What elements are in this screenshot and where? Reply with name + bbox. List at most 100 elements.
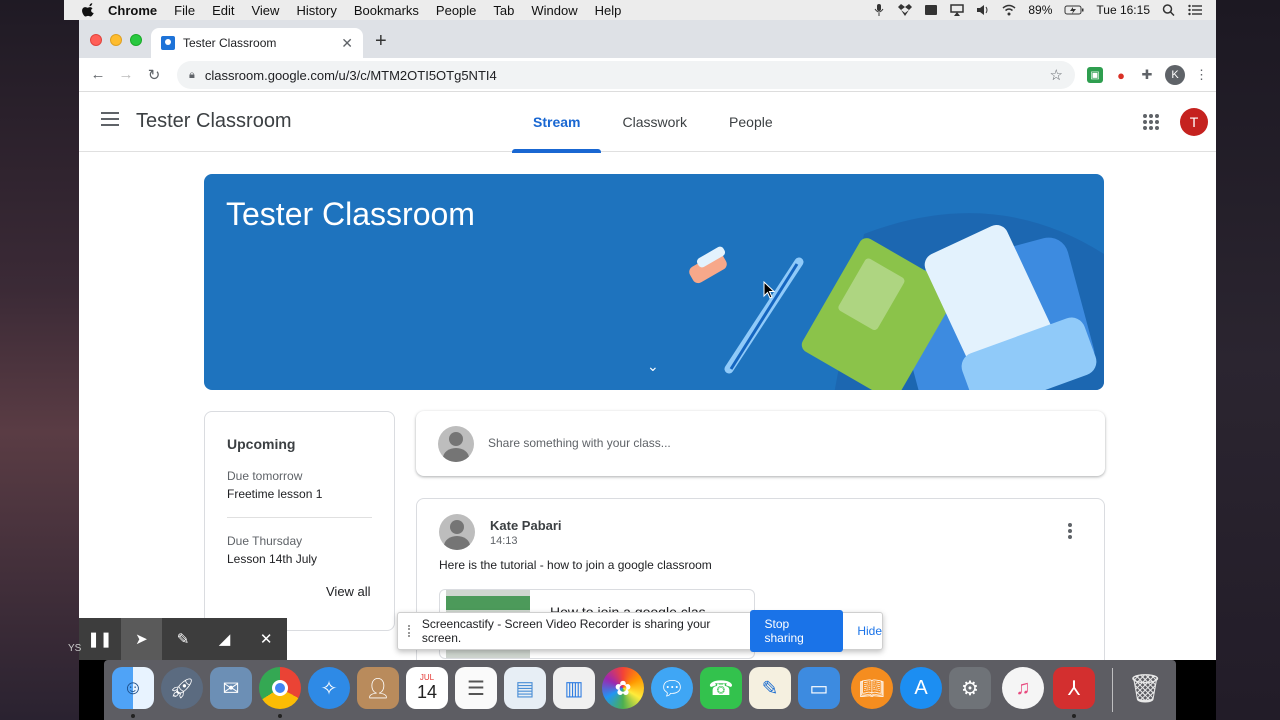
menu-help[interactable]: Help (595, 3, 622, 18)
window-zoom-button[interactable] (130, 34, 142, 46)
pause-icon[interactable]: ❚❚ (79, 618, 121, 660)
wifi-icon[interactable] (1002, 4, 1016, 16)
banner-expand-chevron-icon[interactable]: ⌄ (647, 358, 659, 375)
mail-icon[interactable]: ✉ (210, 667, 252, 709)
address-bar[interactable]: 🔒︎ classroom.google.com/u/3/c/MTM2OTI5OT… (177, 61, 1075, 89)
menu-app-name[interactable]: Chrome (108, 3, 157, 18)
notification-center-icon[interactable] (1188, 4, 1202, 16)
system-preferences-icon[interactable]: ⚙ (949, 667, 991, 709)
contacts-icon[interactable]: 👤︎ (357, 667, 399, 709)
window-minimize-button[interactable] (110, 34, 122, 46)
desktop-wallpaper-right (1216, 0, 1280, 720)
lock-icon[interactable]: 🔒︎ (189, 69, 195, 82)
dropbox-icon[interactable] (898, 4, 913, 16)
window-close-button[interactable] (90, 34, 102, 46)
bookmark-star-icon[interactable]: ☆ (1050, 66, 1063, 84)
main-menu-hamburger-icon[interactable] (101, 112, 119, 126)
upcoming-item-2[interactable]: Lesson 14th July (227, 552, 317, 566)
app-store-icon[interactable]: A (900, 667, 942, 709)
dock-separator (1112, 668, 1113, 712)
volume-icon[interactable] (976, 4, 990, 16)
mouse-cursor-icon (763, 281, 775, 299)
share-with-class-box[interactable]: Share something with your class... (416, 411, 1105, 476)
screencastify-extension-icon[interactable]: ● (1113, 67, 1129, 83)
reminders-icon[interactable]: ☰ (455, 667, 497, 709)
menu-file[interactable]: File (174, 3, 195, 18)
drag-handle-icon[interactable] (408, 625, 414, 637)
facetime-icon[interactable]: ☎ (700, 667, 742, 709)
trash-icon[interactable]: 🗑︎ (1124, 667, 1166, 709)
desktop-wallpaper-left (0, 0, 79, 720)
notification-icon[interactable] (924, 4, 938, 16)
post-author-avatar (439, 514, 475, 550)
menu-window[interactable]: Window (531, 3, 577, 18)
pen-tool-icon[interactable]: ✎ (162, 618, 204, 660)
reload-icon[interactable]: ↻ (140, 66, 168, 84)
chrome-menu-icon[interactable]: ⋮ (1195, 67, 1208, 83)
numbers-icon[interactable]: ▥ (553, 667, 595, 709)
microphone-icon[interactable] (872, 4, 886, 16)
messages-icon[interactable]: 💬︎ (651, 667, 693, 709)
books-icon[interactable]: 📖︎ (851, 667, 893, 709)
stop-sharing-button[interactable]: Stop sharing (750, 610, 844, 652)
extension-green-icon[interactable]: ▣ (1087, 67, 1103, 83)
acrobat-icon[interactable]: ⅄ (1053, 667, 1095, 709)
menu-status-area: 89% Tue 16:15 (872, 3, 1216, 17)
launchpad-icon[interactable]: 🚀︎ (161, 667, 203, 709)
tab-stream[interactable]: Stream (512, 92, 602, 153)
battery-icon[interactable] (1064, 4, 1084, 16)
chrome-icon[interactable] (259, 667, 301, 709)
spotlight-search-icon[interactable] (1162, 4, 1176, 16)
calendar-month: JUL (419, 673, 435, 682)
tab-close-icon[interactable]: ✕ (341, 35, 353, 52)
pages-icon[interactable]: ✎ (749, 667, 791, 709)
google-apps-grid-icon[interactable] (1143, 114, 1159, 130)
finder-running-dot (131, 714, 135, 718)
forward-arrow-icon[interactable]: → (112, 66, 140, 83)
tab-classwork[interactable]: Classwork (601, 92, 708, 152)
hide-notice-link[interactable]: Hide (857, 624, 882, 638)
airplay-icon[interactable] (950, 4, 965, 16)
close-toolbar-icon[interactable]: ✕ (245, 618, 287, 660)
menu-tab[interactable]: Tab (493, 3, 514, 18)
classroom-header: Tester Classroom Stream Classwork People… (79, 92, 1216, 153)
extensions-puzzle-icon[interactable]: ✚ (1139, 67, 1155, 83)
upcoming-card: Upcoming Due tomorrow Freetime lesson 1 … (204, 411, 395, 631)
menu-clock[interactable]: Tue 16:15 (1096, 3, 1150, 17)
mac-dock: ☺ 🚀︎ ✉ ✧ 👤︎ JUL 14 ☰ ▤ ▥ ✿ 💬︎ ☎ ✎ ▭ 📖︎ A… (104, 660, 1176, 720)
back-arrow-icon[interactable]: ← (84, 66, 112, 83)
new-tab-icon[interactable]: + (375, 30, 387, 53)
view-all-link[interactable]: View all (326, 584, 371, 599)
apple-icon[interactable] (82, 3, 96, 17)
banner-title: Tester Classroom (226, 196, 475, 232)
post-more-options-icon[interactable] (1068, 523, 1072, 539)
safari-icon[interactable]: ✧ (308, 667, 350, 709)
photos-icon[interactable]: ✿ (602, 667, 644, 709)
upcoming-item-1[interactable]: Freetime lesson 1 (227, 487, 322, 501)
tab-people[interactable]: People (708, 92, 794, 152)
menu-edit[interactable]: Edit (212, 3, 234, 18)
menu-view[interactable]: View (251, 3, 279, 18)
eraser-tool-icon[interactable]: ◢ (204, 618, 246, 660)
screen-sharing-notice: Screencastify - Screen Video Recorder is… (397, 610, 883, 652)
url-text[interactable]: classroom.google.com/u/3/c/MTM2OTI5OTg5N… (205, 68, 1050, 83)
menu-people[interactable]: People (436, 3, 476, 18)
chrome-profile-avatar[interactable]: K (1165, 65, 1185, 85)
account-avatar[interactable]: T (1180, 108, 1208, 136)
menu-history[interactable]: History (296, 3, 336, 18)
chrome-window: Tester Classroom ✕ + ← → ↻ 🔒︎ classroom.… (79, 20, 1216, 660)
share-placeholder[interactable]: Share something with your class... (488, 436, 671, 450)
sharing-notice-text: Screencastify - Screen Video Recorder is… (421, 617, 711, 645)
calendar-icon[interactable]: JUL 14 (406, 667, 448, 709)
keynote-icon[interactable]: ▭ (798, 667, 840, 709)
itunes-icon[interactable]: ♫ (1002, 667, 1044, 709)
tab-title: Tester Classroom (183, 36, 277, 50)
pointer-tool-icon[interactable]: ➤ (120, 618, 163, 660)
preview-icon[interactable]: ▤ (504, 667, 546, 709)
browser-tab-active[interactable]: Tester Classroom ✕ (151, 28, 363, 58)
menu-bookmarks[interactable]: Bookmarks (354, 3, 419, 18)
finder-icon[interactable]: ☺ (112, 667, 154, 709)
classroom-favicon-icon (161, 36, 175, 50)
battery-percent: 89% (1028, 3, 1053, 17)
class-name[interactable]: Tester Classroom (136, 110, 292, 133)
